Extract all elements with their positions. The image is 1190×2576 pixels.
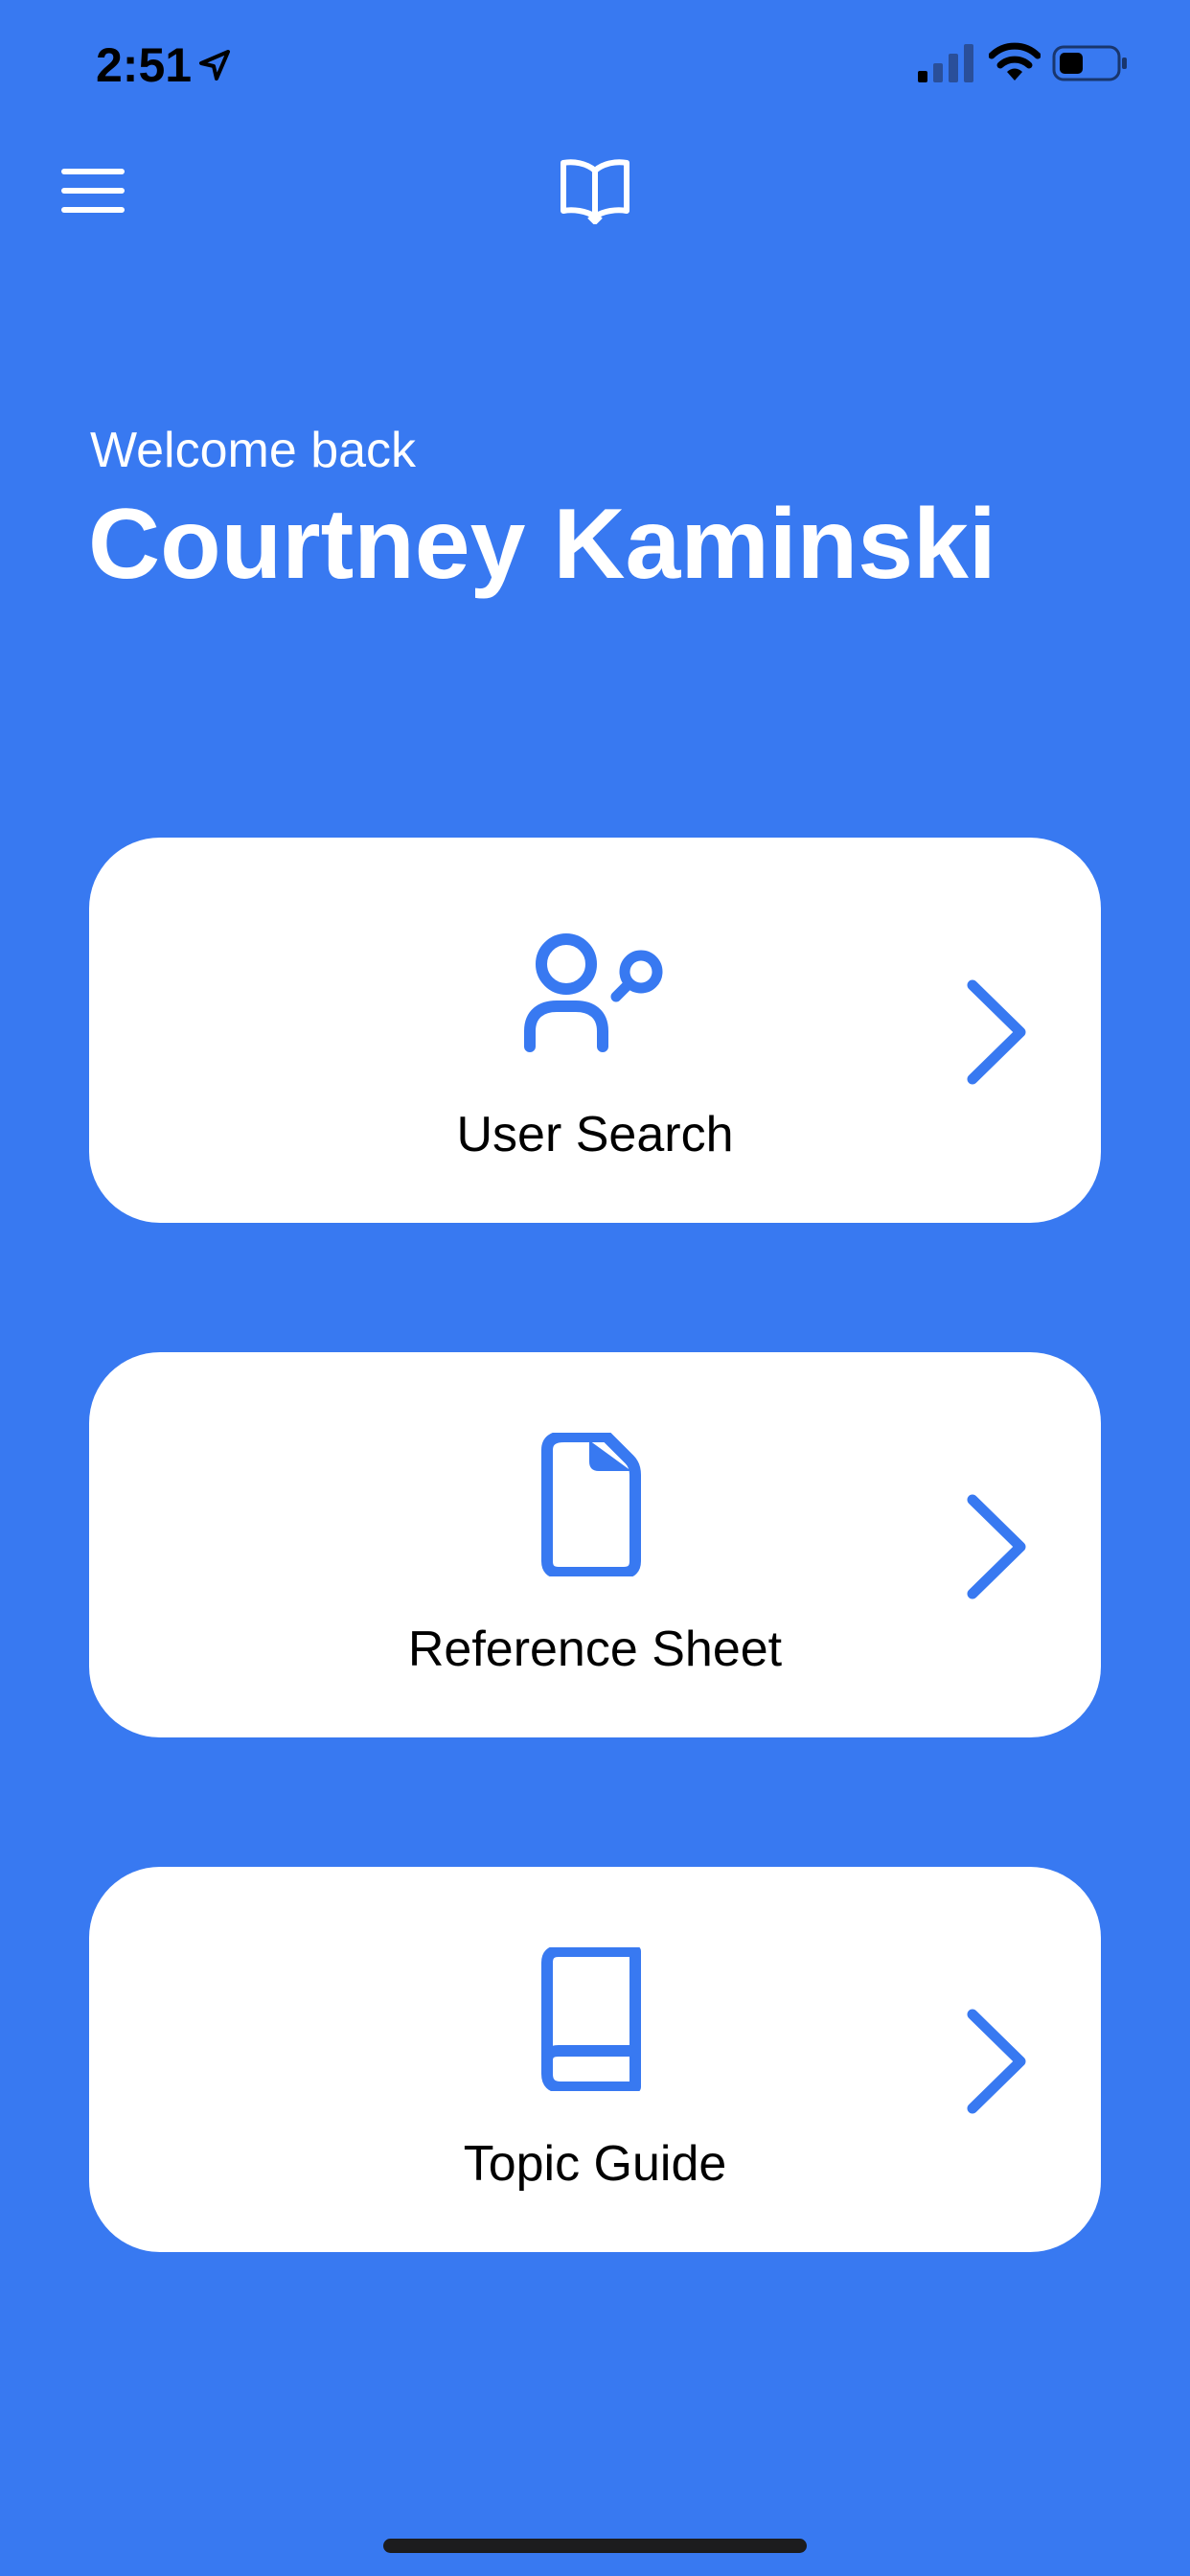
- status-time: 2:51: [96, 38, 193, 92]
- chevron-right-icon: [967, 2009, 1026, 2114]
- book-open-icon: [561, 159, 629, 224]
- user-search-label: User Search: [456, 1107, 734, 1162]
- reference-sheet-label: Reference Sheet: [407, 1622, 783, 1677]
- signal-icon: [918, 44, 973, 82]
- user-search-card[interactable]: User Search: [89, 838, 1101, 1223]
- document-icon: [541, 1433, 641, 1576]
- hamburger-menu-icon[interactable]: [59, 165, 126, 217]
- topic-guide-label: Topic Guide: [463, 2136, 727, 2192]
- wifi-icon: [989, 42, 1041, 80]
- status-bar: 2:51: [0, 0, 1190, 134]
- home-indicator[interactable]: [383, 2539, 807, 2553]
- chevron-right-icon: [967, 1494, 1026, 1599]
- book-icon: [541, 1947, 641, 2091]
- chevron-right-icon: [967, 979, 1026, 1085]
- location-arrow-icon: [199, 50, 230, 80]
- user-search-icon: [524, 933, 663, 1052]
- topic-guide-card[interactable]: Topic Guide: [89, 1867, 1101, 2252]
- user-name: Courtney Kaminski: [88, 489, 996, 600]
- reference-sheet-card[interactable]: Reference Sheet: [89, 1352, 1101, 1737]
- welcome-label: Welcome back: [90, 423, 417, 478]
- battery-icon: [1052, 45, 1127, 81]
